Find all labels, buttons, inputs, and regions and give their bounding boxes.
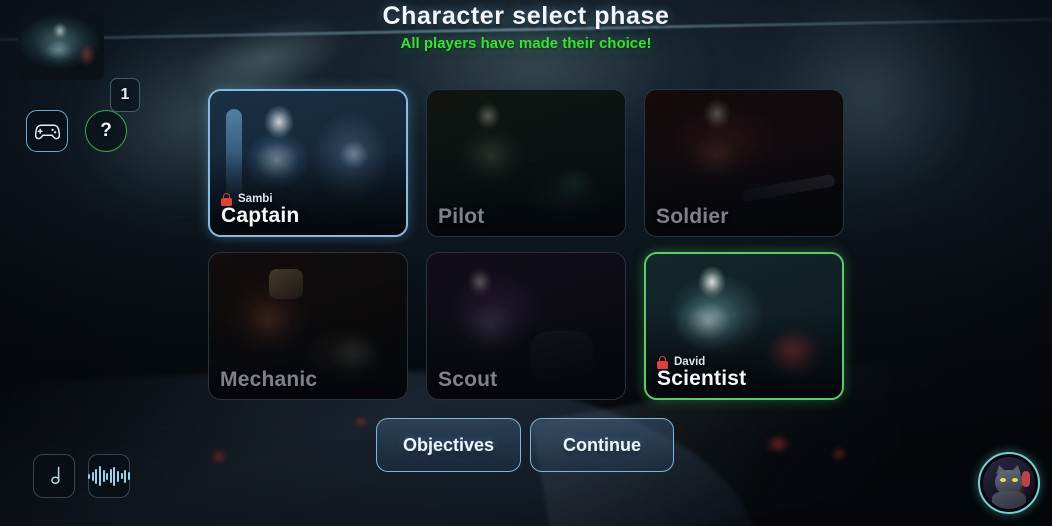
- player-count-badge: 1: [110, 78, 140, 112]
- player-portrait[interactable]: [18, 14, 104, 80]
- gamepad-button[interactable]: [26, 110, 68, 152]
- background-ember: [828, 444, 850, 464]
- card-meta: Scout: [438, 367, 498, 391]
- character-card-scout[interactable]: Scout: [426, 252, 626, 400]
- cat-body-icon: [992, 491, 1026, 509]
- help-button[interactable]: ?: [85, 110, 127, 152]
- game-screen: Character select phase All players have …: [0, 0, 1052, 526]
- equalizer-button[interactable]: [88, 454, 130, 498]
- music-button[interactable]: [33, 454, 75, 498]
- music-note-icon: [50, 466, 60, 485]
- continue-button[interactable]: Continue: [530, 418, 675, 472]
- page-title: Character select phase: [382, 2, 670, 30]
- background-ember: [206, 446, 232, 468]
- character-role: Soldier: [656, 204, 729, 228]
- character-card-pilot[interactable]: Pilot: [426, 89, 626, 237]
- lock-icon: [221, 192, 232, 206]
- avatar-image: [983, 457, 1035, 509]
- cat-eye-right-icon: [1012, 478, 1018, 482]
- character-role: Mechanic: [220, 367, 318, 391]
- hud-button-row: ?: [26, 110, 127, 152]
- user-avatar[interactable]: [978, 452, 1040, 514]
- character-role: Scout: [438, 367, 498, 391]
- card-meta: Pilot: [438, 204, 485, 228]
- audio-controls: [33, 454, 130, 498]
- lock-icon: [657, 355, 668, 369]
- portrait-glow: [76, 40, 98, 70]
- character-role: Pilot: [438, 204, 485, 228]
- background-ember: [352, 414, 370, 430]
- status-text: All players have made their choice!: [400, 35, 652, 52]
- character-card-scientist[interactable]: David Scientist: [644, 252, 844, 400]
- card-meta: Sambi Captain: [221, 192, 300, 227]
- character-card-mechanic[interactable]: Mechanic: [208, 252, 408, 400]
- background-ember: [760, 430, 796, 458]
- character-card-soldier[interactable]: Soldier: [644, 89, 844, 237]
- card-meta: Soldier: [656, 204, 729, 228]
- character-role: Scientist: [657, 366, 747, 390]
- character-role: Captain: [221, 203, 300, 227]
- objectives-button[interactable]: Objectives: [376, 418, 522, 472]
- card-meta: Mechanic: [220, 367, 318, 391]
- card-meta: David Scientist: [657, 355, 747, 390]
- headphone-icon: [1022, 471, 1030, 487]
- character-grid: Sambi Captain Pilot Soldier Mechanic Sco…: [208, 89, 844, 400]
- character-card-captain[interactable]: Sambi Captain: [208, 89, 408, 237]
- gamepad-icon: [34, 123, 60, 139]
- action-buttons: Objectives Continue: [376, 418, 675, 472]
- audio-waveform-icon: [88, 466, 130, 486]
- hud-top-left: 1 ?: [18, 14, 140, 152]
- cat-eye-left-icon: [1000, 478, 1006, 482]
- header: Character select phase All players have …: [0, 2, 1052, 52]
